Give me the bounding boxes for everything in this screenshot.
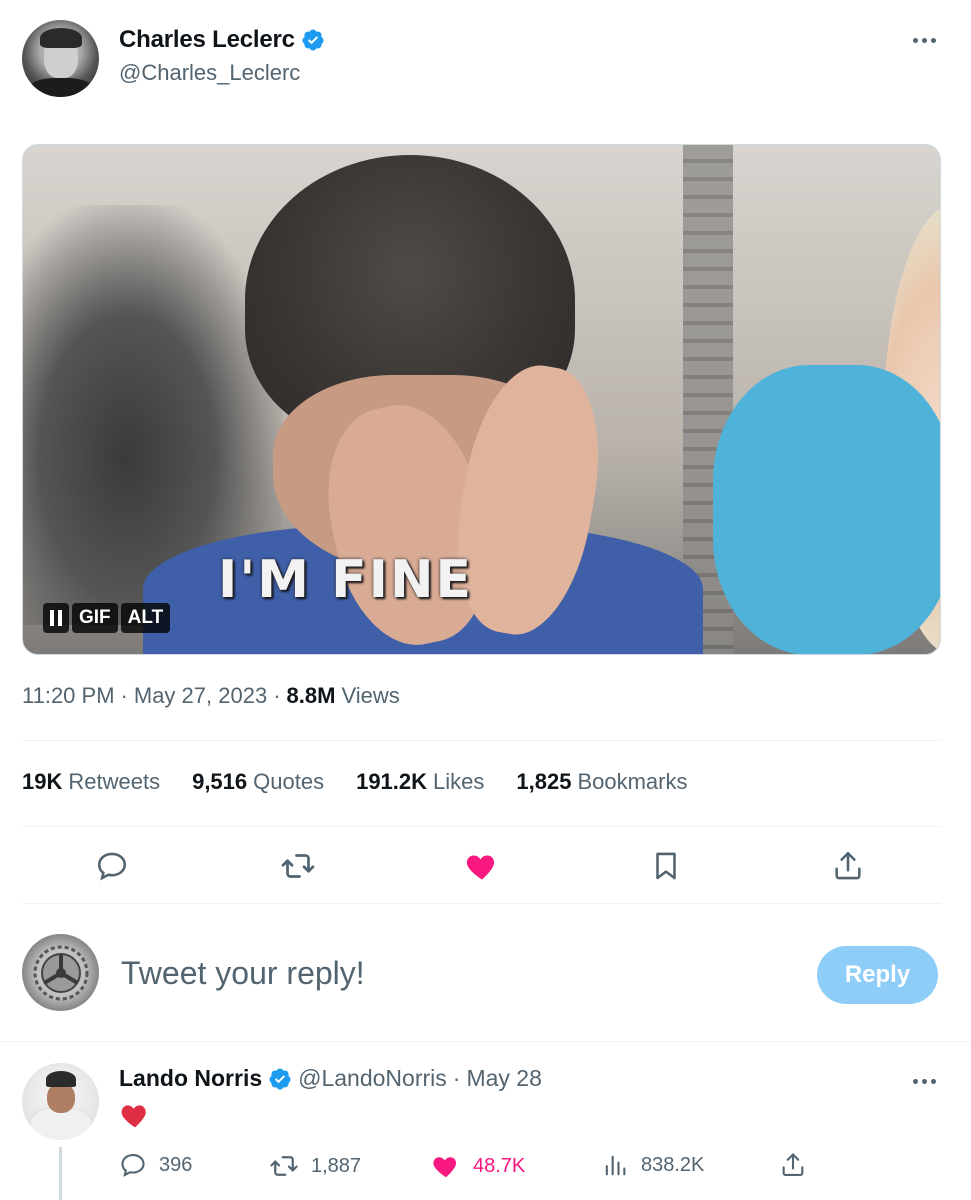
heart-filled-icon bbox=[466, 855, 495, 880]
reply-author-row: Lando Norris @LandoNorris · May 28 bbox=[119, 1065, 542, 1092]
tweet-stats: 19K Retweets 9,516 Quotes 191.2K Likes 1… bbox=[22, 769, 688, 795]
user-avatar[interactable] bbox=[22, 934, 99, 1011]
bookmarks-label: Bookmarks bbox=[577, 769, 688, 794]
divider bbox=[22, 903, 941, 904]
divider bbox=[0, 1041, 971, 1042]
retweet-icon bbox=[270, 1156, 298, 1176]
bookmarks-count: 1,825 bbox=[516, 769, 572, 794]
tweet-time[interactable]: 11:20 PM bbox=[22, 683, 115, 709]
reply-input[interactable]: Tweet your reply! bbox=[121, 955, 365, 992]
reply-share-button[interactable] bbox=[779, 1151, 807, 1179]
bookmark-action-button[interactable] bbox=[648, 848, 684, 884]
reply-bubble-icon bbox=[97, 852, 127, 881]
dot-icon bbox=[912, 37, 918, 43]
separator: · bbox=[452, 1065, 461, 1091]
dot-icon bbox=[921, 1078, 927, 1084]
retweets-label: Retweets bbox=[68, 769, 161, 794]
author-avatar[interactable] bbox=[22, 20, 99, 97]
separator: · bbox=[120, 683, 128, 708]
heart-filled-icon bbox=[433, 1157, 457, 1178]
dot-icon bbox=[930, 37, 936, 43]
share-icon bbox=[835, 851, 861, 880]
views-label: Views bbox=[341, 683, 400, 708]
media-badges: GIF ALT bbox=[43, 603, 171, 633]
retweets-stat[interactable]: 19K Retweets bbox=[22, 769, 160, 795]
gif-caption: I'M FINE bbox=[218, 550, 474, 610]
reply-composer: Tweet your reply! Reply bbox=[0, 920, 971, 1030]
share-action-button[interactable] bbox=[830, 848, 866, 884]
likes-stat[interactable]: 191.2K Likes bbox=[356, 769, 484, 795]
retweets-count: 19K bbox=[22, 769, 63, 794]
media-arm bbox=[713, 365, 940, 654]
pause-icon bbox=[50, 610, 62, 626]
tweet-header: Charles Leclerc @Charles_Leclerc bbox=[0, 0, 971, 120]
tweet-meta: 11:20 PM · May 27, 2023 · 8.8M Views bbox=[22, 683, 400, 709]
reply-author-avatar[interactable] bbox=[22, 1063, 99, 1140]
likes-label: Likes bbox=[433, 769, 485, 794]
more-options-button[interactable] bbox=[909, 30, 939, 50]
like-action-button[interactable] bbox=[464, 848, 500, 884]
dot-icon bbox=[930, 1078, 936, 1084]
bookmark-icon bbox=[656, 852, 676, 880]
retweet-action-button[interactable] bbox=[280, 848, 316, 884]
author-display-name[interactable]: Charles Leclerc bbox=[119, 26, 295, 54]
author-name-row: Charles Leclerc bbox=[119, 26, 325, 54]
alt-badge[interactable]: ALT bbox=[120, 603, 171, 633]
reply-bubble-icon bbox=[121, 1154, 145, 1177]
reply-submit-button[interactable]: Reply bbox=[817, 946, 938, 1004]
reply-more-options-button[interactable] bbox=[909, 1071, 939, 1091]
author-handle[interactable]: @Charles_Leclerc bbox=[119, 60, 300, 86]
reply-body bbox=[119, 1099, 151, 1134]
reply-replies-count: 396 bbox=[159, 1153, 193, 1176]
quotes-label: Quotes bbox=[253, 769, 325, 794]
quotes-stat[interactable]: 9,516 Quotes bbox=[192, 769, 324, 795]
reply-retweets-count: 1,887 bbox=[311, 1154, 362, 1177]
verified-badge-icon bbox=[302, 29, 324, 51]
separator: · bbox=[273, 683, 281, 708]
red-heart-emoji-icon bbox=[121, 1105, 146, 1128]
reply-author-name[interactable]: Lando Norris bbox=[119, 1065, 262, 1092]
reply-reply-button[interactable]: 396 bbox=[119, 1151, 192, 1179]
reply-views-count: 838.2K bbox=[641, 1153, 705, 1176]
gif-badge: GIF bbox=[72, 603, 118, 633]
reply-tweet[interactable]: Lando Norris @LandoNorris · May 28 396 1… bbox=[0, 1043, 971, 1200]
reply-likes-count: 48.7K bbox=[473, 1154, 526, 1177]
tweet-action-bar bbox=[22, 838, 941, 894]
retweet-icon bbox=[281, 854, 315, 878]
reply-retweet-button[interactable]: 1,887 bbox=[269, 1151, 361, 1181]
divider bbox=[22, 740, 941, 741]
reply-views-button[interactable]: 838.2K bbox=[601, 1151, 704, 1179]
pause-button[interactable] bbox=[43, 603, 69, 633]
views-count: 8.8M bbox=[286, 683, 336, 708]
reply-author-handle[interactable]: @LandoNorris bbox=[298, 1065, 447, 1092]
reply-like-button[interactable]: 48.7K bbox=[431, 1151, 525, 1181]
thread-line bbox=[59, 1147, 62, 1200]
reply-date[interactable]: May 28 bbox=[466, 1065, 541, 1092]
tweet-media-gif[interactable]: I'M FINE GIF ALT bbox=[22, 144, 941, 655]
bookmarks-stat[interactable]: 1,825 Bookmarks bbox=[516, 769, 687, 795]
dot-icon bbox=[921, 37, 927, 43]
share-icon bbox=[782, 1153, 804, 1176]
likes-count: 191.2K bbox=[356, 769, 428, 794]
reply-action-button[interactable] bbox=[94, 848, 130, 884]
verified-badge-icon bbox=[269, 1068, 291, 1089]
divider bbox=[22, 826, 941, 827]
analytics-bars-icon bbox=[605, 1155, 626, 1176]
gear-icon bbox=[33, 945, 88, 1000]
quotes-count: 9,516 bbox=[192, 769, 248, 794]
tweet-date[interactable]: May 27, 2023 bbox=[134, 683, 267, 709]
reply-action-bar: 396 1,887 48.7K 838.2K bbox=[119, 1151, 819, 1183]
dot-icon bbox=[912, 1078, 918, 1084]
